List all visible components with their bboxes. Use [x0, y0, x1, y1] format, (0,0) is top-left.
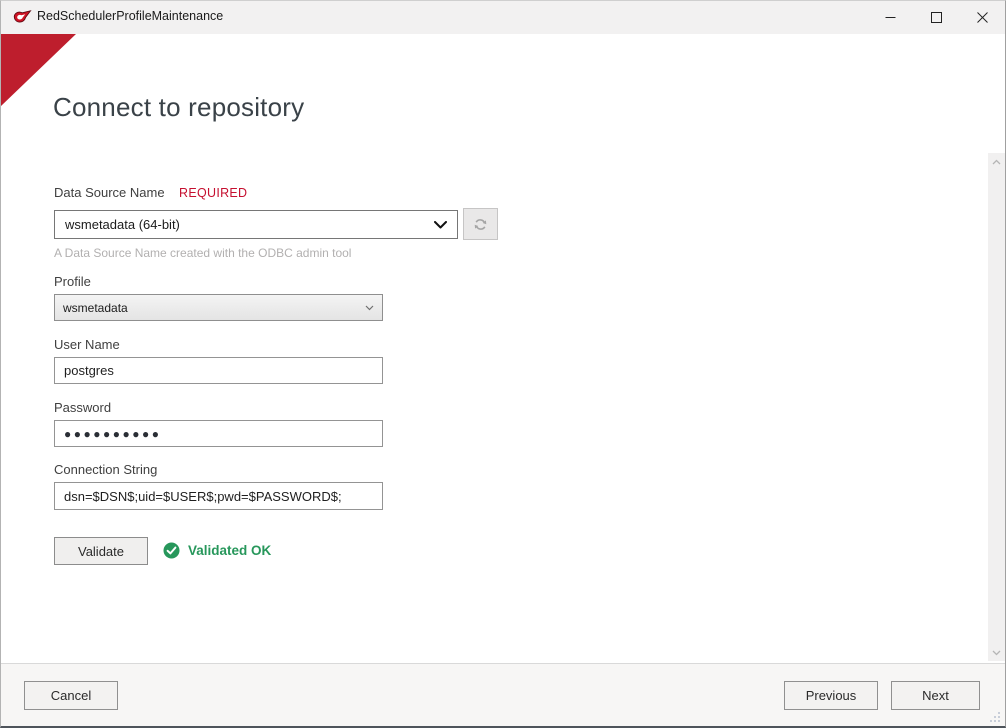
app-window: RedSchedulerProfileMaintenance Connect t… — [0, 0, 1006, 728]
connection-string-label: Connection String — [54, 462, 157, 477]
validation-status: Validated OK — [163, 542, 271, 559]
password-input[interactable] — [54, 420, 383, 447]
chevron-down-icon — [434, 221, 447, 229]
validation-status-text: Validated OK — [188, 543, 271, 558]
maximize-button[interactable] — [913, 1, 959, 34]
chevron-down-small-icon — [365, 305, 374, 311]
previous-button[interactable]: Previous — [784, 681, 878, 710]
page-title: Connect to repository — [53, 92, 304, 123]
app-logo-icon — [13, 10, 32, 25]
vertical-scrollbar[interactable] — [988, 153, 1005, 661]
username-label: User Name — [54, 337, 120, 352]
connection-string-input[interactable] — [54, 482, 383, 510]
title-bar: RedSchedulerProfileMaintenance — [1, 1, 1005, 34]
footer-bar: Cancel Previous Next — [1, 663, 1005, 726]
cancel-button[interactable]: Cancel — [24, 681, 118, 710]
dsn-helper-text: A Data Source Name created with the ODBC… — [54, 246, 351, 260]
dsn-label: Data Source Name — [54, 185, 165, 200]
maximize-icon — [931, 12, 942, 23]
resize-grip[interactable] — [989, 711, 1000, 722]
close-button[interactable] — [959, 1, 1005, 34]
refresh-icon — [473, 217, 488, 232]
dsn-required-badge: REQUIRED — [179, 186, 247, 200]
profile-label: Profile — [54, 274, 91, 289]
dsn-combobox-value: wsmetadata (64-bit) — [65, 217, 434, 232]
scroll-up-icon[interactable] — [988, 153, 1005, 170]
validate-button[interactable]: Validate — [54, 537, 148, 565]
minimize-button[interactable] — [867, 1, 913, 34]
scroll-down-icon[interactable] — [988, 644, 1005, 661]
next-button[interactable]: Next — [891, 681, 980, 710]
minimize-icon — [885, 12, 896, 23]
profile-select[interactable]: wsmetadata — [54, 294, 383, 321]
username-input[interactable] — [54, 357, 383, 384]
password-label: Password — [54, 400, 111, 415]
check-circle-icon — [163, 542, 180, 559]
close-icon — [977, 12, 988, 23]
profile-select-value: wsmetadata — [63, 301, 365, 315]
dsn-combobox[interactable]: wsmetadata (64-bit) — [54, 210, 458, 239]
dsn-refresh-button[interactable] — [463, 208, 498, 240]
window-title: RedSchedulerProfileMaintenance — [37, 9, 223, 23]
